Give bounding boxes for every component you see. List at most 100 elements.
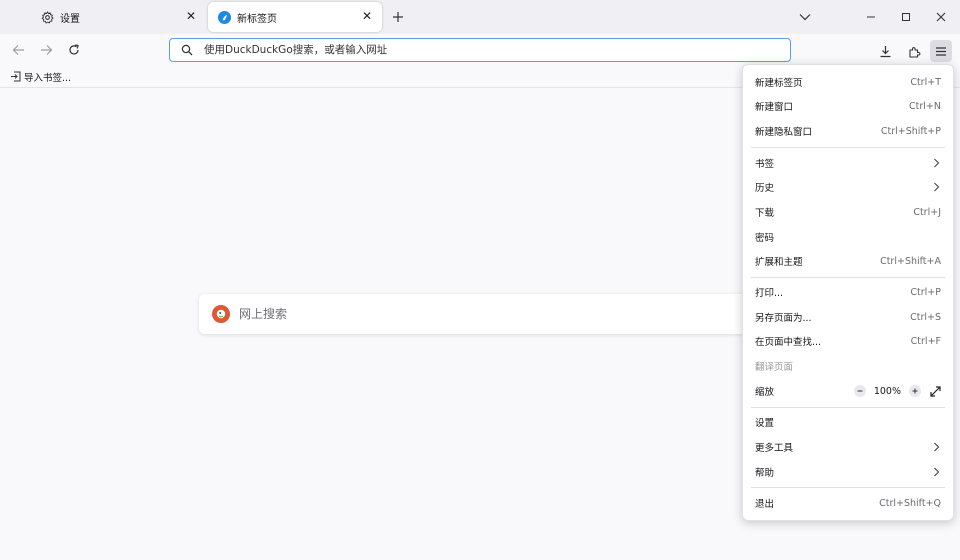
menu-item-label: 新建窗口	[755, 102, 794, 113]
menu-item-shortcut: Ctrl+Shift+A	[880, 255, 941, 267]
import-icon	[11, 71, 21, 82]
menu-item-label: 打印...	[755, 288, 784, 299]
menu-item-quit[interactable]: 退出 Ctrl+Shift+Q	[743, 492, 953, 514]
menu-item-passwords[interactable]: 密码	[743, 226, 953, 248]
menu-item-label: 新建隐私窗口	[755, 127, 813, 138]
zoom-in-button[interactable]	[909, 385, 921, 397]
chevron-right-icon	[931, 182, 941, 192]
close-icon[interactable]: ✕	[184, 9, 198, 23]
web-search-input[interactable]	[239, 307, 759, 321]
chevron-down-icon	[799, 14, 811, 21]
minimize-button[interactable]	[861, 7, 881, 27]
tab-title: 设置	[60, 13, 80, 25]
search-icon	[180, 43, 194, 57]
firefox-icon	[218, 10, 231, 24]
plus-icon	[393, 12, 403, 22]
menu-item-shortcut: Ctrl+T	[910, 76, 941, 88]
menu-item-shortcut: Ctrl+J	[913, 206, 941, 218]
menu-item-zoom: 缩放 100%	[743, 380, 953, 402]
chevron-right-icon	[931, 442, 941, 452]
menu-item-shortcut: Ctrl+Shift+P	[880, 125, 941, 137]
menu-item-label: 扩展和主题	[755, 257, 803, 268]
menu-item-shortcut: Ctrl+S	[910, 311, 941, 323]
content-search-box[interactable]	[199, 294, 799, 334]
menu-item-shortcut: Ctrl+P	[910, 286, 941, 298]
duckduckgo-icon	[212, 305, 230, 323]
chevron-right-icon	[931, 158, 941, 168]
tab-strip: 设置 ✕ 新标签页 ✕	[0, 0, 960, 34]
arrow-left-icon	[12, 45, 24, 55]
menu-item-label: 新建标签页	[755, 78, 803, 89]
menu-item-translate-page: 翻译页面	[743, 355, 953, 377]
chevron-right-icon	[931, 467, 941, 477]
url-input[interactable]	[204, 44, 764, 56]
app-menu-panel: 新建标签页 Ctrl+T 新建窗口 Ctrl+N 新建隐私窗口 Ctrl+Shi…	[742, 64, 954, 521]
menu-item-save-page[interactable]: 另存页面为... Ctrl+S	[743, 306, 953, 328]
menu-item-label: 更多工具	[755, 443, 794, 454]
menu-separator	[751, 147, 945, 148]
menu-item-more-tools[interactable]: 更多工具	[743, 436, 953, 458]
downloads-button[interactable]	[874, 40, 896, 62]
menu-separator	[751, 487, 945, 488]
close-icon	[936, 12, 946, 22]
menu-separator	[751, 277, 945, 278]
menu-item-shortcut: Ctrl+N	[909, 100, 941, 112]
gear-icon	[40, 10, 54, 24]
zoom-out-button[interactable]	[853, 385, 866, 397]
menu-item-new-private-window[interactable]: 新建隐私窗口 Ctrl+Shift+P	[743, 120, 953, 142]
close-window-button[interactable]	[931, 7, 951, 27]
zoom-controls: 100%	[853, 385, 941, 397]
app-menu-button[interactable]	[930, 40, 952, 62]
plus-icon	[912, 388, 918, 394]
back-button[interactable]	[8, 40, 28, 60]
download-icon	[880, 45, 890, 57]
menu-item-print[interactable]: 打印... Ctrl+P	[743, 281, 953, 303]
tab-settings[interactable]: 设置 ✕	[30, 2, 206, 32]
new-tab-button[interactable]	[388, 7, 408, 27]
maximize-icon	[902, 13, 910, 21]
menu-item-help[interactable]: 帮助	[743, 461, 953, 483]
menu-item-label: 缩放	[755, 387, 775, 398]
menu-item-shortcut: Ctrl+Shift+Q	[879, 497, 941, 509]
menu-item-history[interactable]: 历史	[743, 176, 953, 198]
minimize-icon	[867, 16, 875, 18]
menu-item-new-tab[interactable]: 新建标签页 Ctrl+T	[743, 71, 953, 93]
reload-icon	[69, 44, 79, 55]
menu-item-label: 设置	[755, 418, 775, 429]
menu-item-shortcut: Ctrl+F	[910, 335, 941, 347]
url-bar[interactable]	[169, 38, 791, 62]
extensions-button[interactable]	[903, 40, 925, 62]
menu-item-downloads[interactable]: 下载 Ctrl+J	[743, 201, 953, 223]
zoom-level[interactable]: 100%	[874, 386, 901, 397]
menu-item-label: 密码	[755, 233, 775, 244]
reload-button[interactable]	[64, 40, 84, 60]
maximize-button[interactable]	[896, 7, 916, 27]
menu-item-label: 历史	[755, 183, 775, 194]
arrow-right-icon	[40, 45, 52, 55]
menu-item-new-window[interactable]: 新建窗口 Ctrl+N	[743, 95, 953, 117]
menu-item-label: 退出	[755, 499, 775, 510]
puzzle-icon	[908, 46, 920, 58]
close-icon[interactable]: ✕	[360, 9, 374, 23]
menu-item-settings[interactable]: 设置	[743, 411, 953, 433]
import-bookmarks-button[interactable]: 导入书签...	[10, 70, 71, 84]
menu-item-label: 另存页面为...	[755, 313, 812, 324]
tab-title: 新标签页	[237, 13, 277, 25]
menu-item-label: 下载	[755, 208, 775, 219]
navigation-toolbar	[0, 34, 960, 66]
forward-button[interactable]	[36, 40, 56, 60]
list-all-tabs-button[interactable]	[795, 7, 815, 27]
tab-new-tab[interactable]: 新标签页 ✕	[208, 2, 382, 32]
menu-item-addons-themes[interactable]: 扩展和主题 Ctrl+Shift+A	[743, 250, 953, 272]
menu-separator	[751, 407, 945, 408]
menu-item-bookmarks[interactable]: 书签	[743, 152, 953, 174]
hamburger-icon	[936, 46, 946, 56]
menu-item-label: 帮助	[755, 468, 775, 479]
menu-item-label: 书签	[755, 159, 775, 170]
menu-item-label: 翻译页面	[755, 362, 794, 373]
menu-item-label: 在页面中查找...	[755, 337, 822, 348]
minus-icon	[857, 390, 863, 392]
import-bookmarks-label: 导入书签...	[24, 72, 72, 84]
fullscreen-icon[interactable]	[929, 385, 941, 397]
menu-item-find-in-page[interactable]: 在页面中查找... Ctrl+F	[743, 330, 953, 352]
